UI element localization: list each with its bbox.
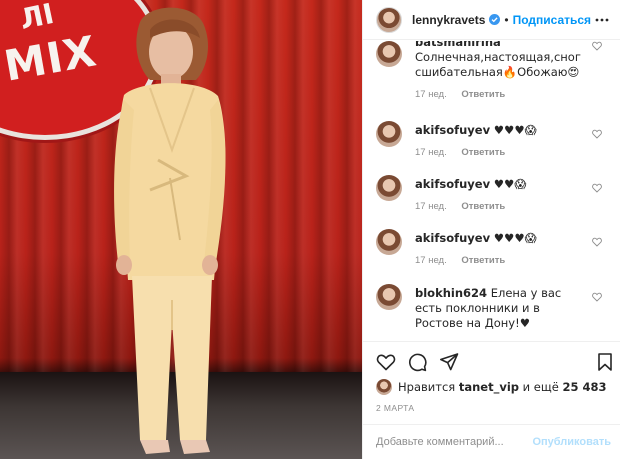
heart-icon[interactable] [592,41,602,51]
heart-icon[interactable] [592,183,602,193]
reply-button[interactable]: Ответить [461,89,505,100]
reply-button[interactable]: Ответить [461,147,505,158]
post-side-panel: lennykravets • Подписаться batsmanirina … [362,0,620,459]
comment-avatar[interactable] [376,175,402,201]
author-avatar[interactable] [376,6,402,33]
likes-connector: и ещё [522,380,559,394]
comment-username[interactable]: batsmanirina [415,41,501,49]
verified-icon [489,14,501,25]
comment-avatar[interactable] [376,41,402,67]
woman-in-yellow-suit [114,7,226,454]
more-icon[interactable] [595,13,609,27]
share-icon[interactable] [439,352,459,372]
liker-avatar [376,379,392,395]
comment-avatar[interactable] [376,284,402,310]
bookmark-icon[interactable] [595,352,615,372]
likes-count[interactable]: 25 483 [562,380,606,394]
comment-username[interactable]: blokhin624 [415,286,487,300]
comment-time: 17 нед. [415,201,447,212]
header-separator: • [504,12,509,27]
reply-button[interactable]: Ответить [461,255,505,266]
reply-button[interactable]: Ответить [461,201,505,212]
comment-avatar[interactable] [376,121,402,147]
comment-username[interactable]: akifsofuyev [415,123,490,137]
heart-icon[interactable] [592,237,602,247]
author-username[interactable]: lennykravets [412,13,485,27]
comment-input[interactable] [376,436,533,448]
add-comment-bar: Опубликовать [363,424,620,459]
comments-list[interactable]: batsmanirina Солнечная,настоящая,сногсши… [363,41,620,341]
heart-icon[interactable] [592,292,602,302]
post-header: lennykravets • Подписаться [363,0,620,40]
comment-username[interactable]: akifsofuyev [415,231,490,245]
publish-button[interactable]: Опубликовать [532,436,611,448]
comment-time: 17 нед. [415,89,447,100]
liker-username[interactable]: tanet_vip [459,380,519,394]
comment-text: ♥♥♥😱 [493,123,537,137]
post-photo[interactable]: ЛІ МІХ [0,0,362,459]
comment-username[interactable]: akifsofuyev [415,177,490,191]
comment-text: ♥♥♥😱 [493,231,537,245]
comment-text: ♥♥😱 [493,177,527,191]
comment-avatar[interactable] [376,229,402,255]
post-date[interactable]: 2 МАРТА [376,403,415,413]
comment-text: Солнечная,настоящая,сногсшибательная🔥Обо… [415,50,581,79]
comment-icon[interactable] [407,352,427,372]
heart-icon[interactable] [376,352,396,372]
comment-time: 17 нед. [415,147,447,158]
likes-prefix: Нравится [398,380,456,394]
follow-button[interactable]: Подписаться [513,13,591,27]
likes-line[interactable]: Нравится tanet_vip и ещё 25 483 [376,378,606,396]
heart-icon[interactable] [592,129,602,139]
post-actions [363,341,620,381]
comment-time: 17 нед. [415,255,447,266]
